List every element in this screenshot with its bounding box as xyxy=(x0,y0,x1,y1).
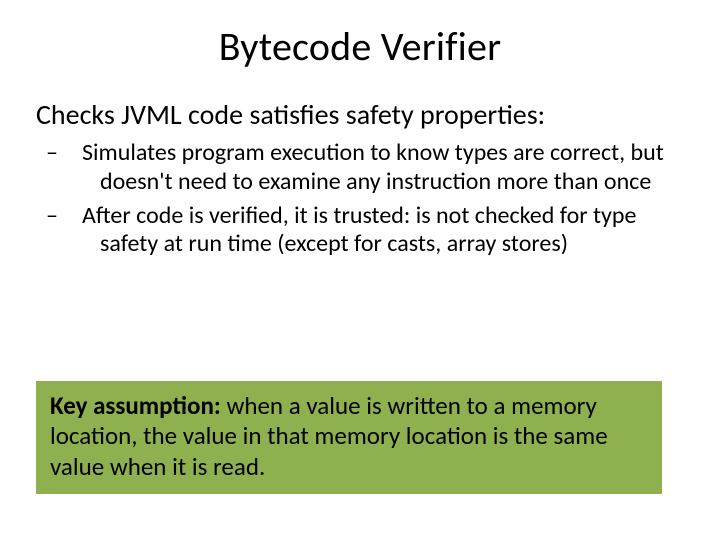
dash-icon: – xyxy=(64,202,82,230)
callout-label: Key assumption: xyxy=(50,390,221,421)
dash-icon: – xyxy=(64,139,82,167)
bullet-text: After code is verified, it is trusted: i… xyxy=(82,201,636,258)
bullet-item: – After code is verified, it is trusted:… xyxy=(82,202,664,259)
bullet-item: – Simulates program execution to know ty… xyxy=(82,139,664,196)
bullet-list: – Simulates program execution to know ty… xyxy=(82,139,664,258)
slide: Bytecode Verifier Checks JVML code satis… xyxy=(0,0,720,540)
callout-box: Key assumption: when a value is written … xyxy=(36,381,662,495)
slide-title: Bytecode Verifier xyxy=(0,0,720,81)
bullet-text: Simulates program execution to know type… xyxy=(82,138,664,195)
lead-text: Checks JVML code satisfies safety proper… xyxy=(36,99,684,131)
